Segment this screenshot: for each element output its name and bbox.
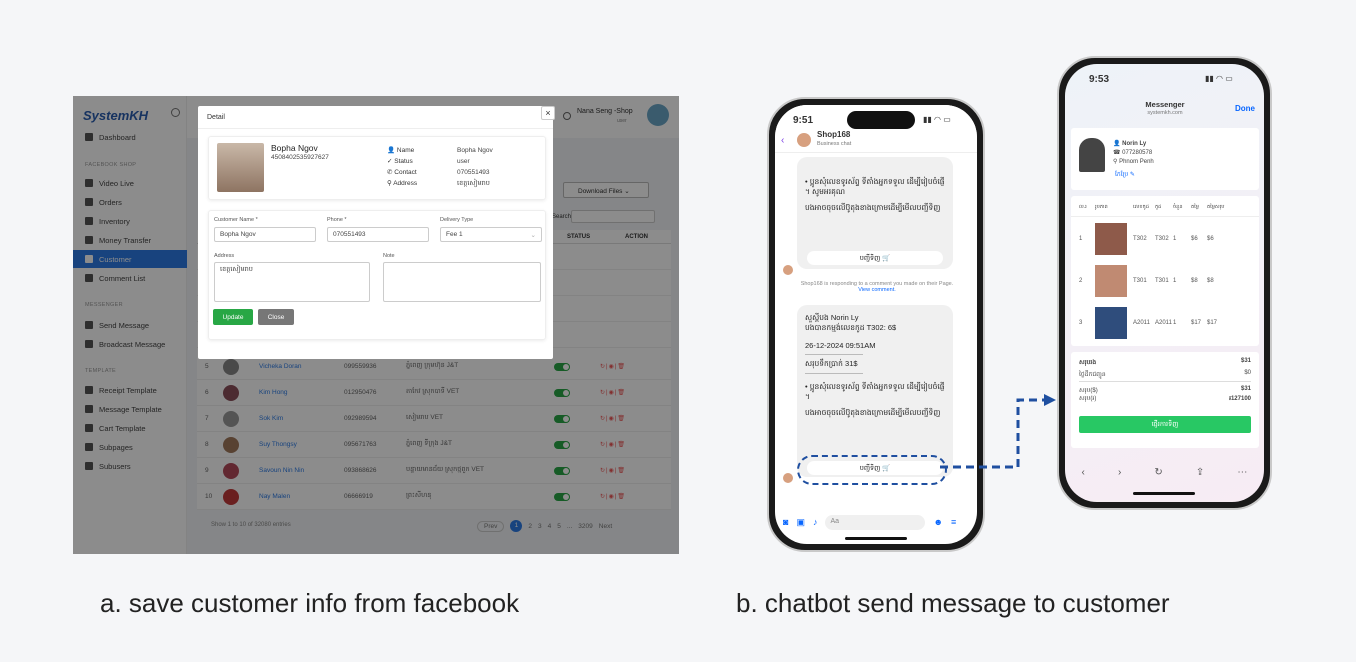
- shop-subtitle: Business chat: [817, 141, 852, 147]
- close-button[interactable]: Close: [258, 309, 294, 325]
- avatar: [797, 133, 811, 147]
- location-icon: ⚲: [1113, 159, 1118, 165]
- done-button[interactable]: Done: [1235, 104, 1255, 113]
- chevron-down-icon: ⌄: [530, 232, 536, 239]
- product-image: [1095, 265, 1127, 297]
- share-icon[interactable]: ⇪: [1196, 467, 1204, 478]
- customer-photo: [217, 143, 264, 192]
- phone-messenger-chat: 9:51 ▮▮ ◠ ▭ ‹ Shop168 Business chat • ប្…: [767, 97, 985, 552]
- reload-icon[interactable]: ↻: [1154, 467, 1162, 478]
- back-icon[interactable]: ‹: [781, 135, 784, 146]
- customer-name: Bopha Ngov: [271, 143, 318, 153]
- status-icons: ▮▮ ◠ ▭: [1205, 74, 1233, 83]
- image-icon[interactable]: ▣: [796, 517, 805, 528]
- camera-icon[interactable]: ◙: [783, 517, 788, 527]
- note-textarea[interactable]: [383, 262, 541, 302]
- home-indicator: [1133, 492, 1195, 495]
- avatar: [783, 473, 793, 483]
- shop-name: Shop168: [817, 130, 851, 139]
- modal-close-button[interactable]: ×: [541, 106, 555, 120]
- flow-arrow: [940, 394, 1056, 469]
- cart-screen: 9:53 ▮▮ ◠ ▭ Messenger systemkh.com Done …: [1065, 64, 1264, 502]
- arrow-line: [940, 398, 1045, 469]
- info-labels: 👤 Name ✓ Status ✆ Contact ⚲ Address: [387, 147, 418, 187]
- order-summary: សរុបរង $31 ថ្លៃដឹកជញ្ជូន $0 សរុប($) $31 …: [1071, 352, 1259, 448]
- highlight-outline: [797, 455, 947, 485]
- status-time: 9:51: [793, 115, 814, 126]
- view-comment-link[interactable]: View comment.: [858, 287, 896, 293]
- person-icon: 👤: [1113, 141, 1121, 147]
- caption-b: b. chatbot send message to customer: [736, 588, 1170, 618]
- cart-list-button[interactable]: បញ្ជីទិញ 🛒: [807, 251, 943, 265]
- table-row: 1 T302 T302 1 $6 $6: [1071, 220, 1259, 258]
- location-icon: ⚲: [387, 180, 392, 187]
- chat-header: 9:51 ▮▮ ◠ ▭ ‹ Shop168 Business chat: [775, 105, 977, 153]
- customer-info-card: Bopha Ngov 4508402535927627 👤 Name ✓ Sta…: [208, 136, 546, 200]
- detail-modal: Detail Bopha Ngov 4508402535927627 👤 Nam…: [198, 106, 553, 359]
- modal-title: Detail: [207, 114, 225, 121]
- caption-a: a. save customer info from facebook: [100, 588, 520, 618]
- order-bubble: សួស្តីបង Norin Ly បងបានកម្មង់លេខកូដ T302…: [797, 305, 953, 477]
- update-button[interactable]: Update: [213, 309, 253, 325]
- info-values: Bopha Ngov user 070551493 ខេត្តសៀមរាប: [457, 147, 493, 187]
- facebook-id: 4508402535927627: [271, 154, 329, 161]
- message-input[interactable]: Aa: [825, 514, 926, 530]
- product-image: [1095, 307, 1127, 339]
- customer-card: 👤 Norin Ly ☎ 077280578 ⚲ Phnom Penh កែប្…: [1071, 128, 1259, 190]
- webview-title: Messenger: [1145, 100, 1185, 109]
- mic-icon[interactable]: ♪: [813, 517, 818, 527]
- arrow-head: [1044, 394, 1056, 406]
- back-icon[interactable]: ‹: [1082, 467, 1085, 478]
- status-time: 9:53: [1089, 74, 1110, 85]
- check-icon: ✓: [387, 158, 393, 165]
- confirm-order-button[interactable]: ផ្ញើរការទិញ: [1079, 416, 1251, 433]
- phone-input[interactable]: 070551493: [327, 227, 429, 242]
- person-icon: 👤: [387, 147, 396, 154]
- delivery-type-select[interactable]: Fee 1 ⌄: [440, 227, 542, 242]
- comment-notice: Shop168 is responding to a comment you m…: [800, 281, 954, 293]
- customer-form: Customer Name * Bopha Ngov Phone * 07055…: [208, 210, 546, 340]
- address-textarea[interactable]: ខេត្តសៀមរាប: [214, 262, 370, 302]
- emoji-icon[interactable]: ☻: [933, 517, 942, 527]
- table-row: 3 A2011 A2011 1 $17 $17: [1071, 304, 1259, 342]
- composer-bar: ◙ ▣ ♪ Aa ☻ ≡: [775, 511, 977, 533]
- browser-toolbar: ‹ › ↻ ⇪ ⋯: [1065, 460, 1264, 484]
- admin-panel-screenshot: SystemKH Dashboard FACEBOOK SHOP Video L…: [73, 96, 679, 554]
- dynamic-island: [847, 111, 915, 129]
- edit-link[interactable]: កែប្រែ ✎: [1115, 170, 1135, 179]
- table-row: 2 T301 T301 1 $8 $8: [1071, 262, 1259, 300]
- more-icon[interactable]: ⋯: [1237, 467, 1247, 478]
- product-image: [1095, 223, 1127, 255]
- order-table: ល.រ រូបភាព លេខកូដ កូដ ចំនួន តម្លៃ តម្លៃស…: [1071, 196, 1259, 346]
- home-indicator: [845, 537, 907, 540]
- phone-icon: ✆: [387, 169, 393, 176]
- webview-url: systemkh.com: [1147, 110, 1183, 116]
- chat-screen: 9:51 ▮▮ ◠ ▭ ‹ Shop168 Business chat • ប្…: [775, 105, 977, 544]
- forward-icon[interactable]: ›: [1118, 467, 1121, 478]
- menu-icon[interactable]: ≡: [951, 517, 956, 527]
- phone-webview-cart: 9:53 ▮▮ ◠ ▭ Messenger systemkh.com Done …: [1057, 56, 1272, 510]
- phone-icon: ☎: [1113, 150, 1121, 156]
- avatar: [783, 265, 793, 275]
- customer-avatar: [1079, 138, 1105, 172]
- customer-name-input[interactable]: Bopha Ngov: [214, 227, 316, 242]
- status-icons: ▮▮ ◠ ▭: [923, 115, 951, 124]
- table-header: ល.រ រូបភាព លេខកូដ កូដ ចំនួន តម្លៃ តម្លៃស…: [1079, 204, 1225, 210]
